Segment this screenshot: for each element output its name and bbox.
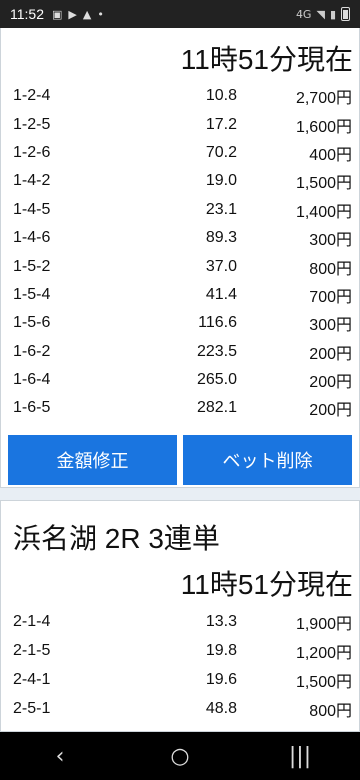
odds-row: 1-6-4 265.0 200円 <box>1 366 359 394</box>
odds-cell: 13.3 <box>205 612 237 630</box>
amount-cell: 1,500円 <box>295 175 352 193</box>
odds-table: 2-1-4 13.3 1,900円 2-1-5 19.8 1,200円 2-4-1 19.6 1… <box>1 607 359 723</box>
dot-icon: • <box>97 7 104 21</box>
status-time: 11:52 <box>10 6 44 22</box>
status-right: 4G ◥ ▮ <box>296 7 350 21</box>
odds-row: 1-2-5 17.2 1,600円 <box>1 110 359 138</box>
combination-cell: 1-6-2 <box>13 342 51 360</box>
odds-row: 1-2-6 70.2 400円 <box>1 139 359 167</box>
odds-row: 1-2-4 10.8 2,700円 <box>1 82 359 110</box>
combination-cell: 2-1-5 <box>13 641 51 659</box>
odds-row: 1-4-6 89.3 300円 <box>1 224 359 252</box>
odds-row: 1-5-4 41.4 700円 <box>1 281 359 309</box>
combination-cell: 2-4-1 <box>13 670 51 688</box>
odds-row: 2-4-1 19.6 1,500円 <box>1 665 359 694</box>
combination-cell: 1-5-6 <box>13 314 51 332</box>
odds-cell: 10.8 <box>205 87 237 105</box>
battery-icon <box>341 7 350 21</box>
odds-cell: 70.2 <box>205 143 237 161</box>
combination-cell: 1-4-2 <box>13 172 51 190</box>
odds-cell: 48.8 <box>205 699 237 717</box>
odds-cell: 17.2 <box>205 115 237 133</box>
odds-cell: 116.6 <box>198 314 237 332</box>
combination-cell: 1-6-4 <box>13 371 51 389</box>
odds-row: 1-6-2 223.5 200円 <box>1 338 359 366</box>
action-buttons: 金額修正 ベット削除 <box>1 434 359 485</box>
odds-cell: 265.0 <box>196 371 237 389</box>
combination-cell: 1-4-5 <box>13 200 51 218</box>
wifi-icon: ◥ <box>316 7 325 21</box>
odds-row: 1-5-6 116.6 300円 <box>1 309 359 337</box>
combination-cell: 1-2-4 <box>13 87 51 105</box>
bet-card-1: 11時51分現在 1-2-4 10.8 2,700円 1-2-5 17.2 1,600円 1… <box>0 28 360 488</box>
as-of-time: 11時51分現在 <box>180 569 353 600</box>
amount-cell: 400円 <box>309 146 352 164</box>
odds-cell: 89.3 <box>205 229 237 247</box>
amount-cell: 200円 <box>309 402 352 420</box>
odds-row: 2-1-5 19.8 1,200円 <box>1 636 359 665</box>
amount-cell: 300円 <box>309 232 352 250</box>
status-bar: 11:52 ▣ ▶ ▲ • 4G ◥ ▮ <box>0 0 360 28</box>
odds-cell: 37.0 <box>205 257 237 275</box>
amount-cell: 1,200円 <box>295 644 352 662</box>
odds-cell: 19.8 <box>205 641 237 659</box>
amount-cell: 1,500円 <box>295 673 352 691</box>
amount-cell: 800円 <box>309 702 352 720</box>
odds-cell: 23.1 <box>205 200 237 218</box>
amount-cell: 200円 <box>309 374 352 392</box>
odds-table: 1-2-4 10.8 2,700円 1-2-5 17.2 1,600円 1-2-6 70.2 4… <box>1 82 359 423</box>
odds-row: 1-4-5 23.1 1,400円 <box>1 196 359 224</box>
amount-cell: 800円 <box>309 260 352 278</box>
as-of-time: 11時51分現在 <box>180 44 353 75</box>
odds-row: 1-6-5 282.1 200円 <box>1 394 359 422</box>
combination-cell: 1-5-4 <box>13 285 51 303</box>
odds-row: 2-1-4 13.3 1,900円 <box>1 607 359 636</box>
recents-icon[interactable]: ||| <box>270 744 330 769</box>
combination-cell: 1-5-2 <box>13 257 51 275</box>
image-icon: ▣ <box>52 7 63 21</box>
amount-cell: 1,900円 <box>295 615 352 633</box>
combination-cell: 1-2-6 <box>13 143 51 161</box>
odds-cell: 41.4 <box>205 285 237 303</box>
home-icon[interactable]: ○ <box>150 744 210 769</box>
signal-label: 4G <box>295 7 312 21</box>
cell-signal-icon: ▮ <box>329 7 336 21</box>
combination-cell: 2-1-4 <box>13 612 51 630</box>
amount-cell: 1,400円 <box>295 203 352 221</box>
odds-cell: 19.6 <box>205 670 237 688</box>
bet-card-2: 浜名湖 2R 3連単 11時51分現在 2-1-4 13.3 1,900円 2-1-5… <box>0 500 360 732</box>
odds-row: 2-5-1 48.8 800円 <box>1 694 359 723</box>
edit-amount-button[interactable]: 金額修正 <box>8 434 177 485</box>
amount-cell: 700円 <box>309 288 352 306</box>
play-store-icon: ▶ <box>68 7 77 21</box>
amount-cell: 2,700円 <box>295 90 352 108</box>
combination-cell: 1-6-5 <box>13 399 51 417</box>
nav-bar: ‹ ○ ||| <box>0 732 360 780</box>
combination-cell: 1-2-5 <box>13 115 51 133</box>
odds-cell: 19.0 <box>205 172 237 190</box>
delete-bet-button[interactable]: ベット削除 <box>183 434 352 485</box>
odds-row: 1-5-2 37.0 800円 <box>1 252 359 280</box>
back-icon[interactable]: ‹ <box>30 744 90 769</box>
amount-cell: 300円 <box>309 317 352 335</box>
amount-cell: 1,600円 <box>295 118 352 136</box>
amount-cell: 200円 <box>309 345 352 363</box>
odds-cell: 282.1 <box>196 399 237 417</box>
combination-cell: 1-4-6 <box>13 229 51 247</box>
race-title: 浜名湖 2R 3連単 <box>13 523 220 554</box>
combination-cell: 2-5-1 <box>13 699 51 717</box>
odds-row: 1-4-2 19.0 1,500円 <box>1 167 359 195</box>
odds-cell: 223.5 <box>196 342 237 360</box>
warning-icon: ▲ <box>82 7 92 21</box>
